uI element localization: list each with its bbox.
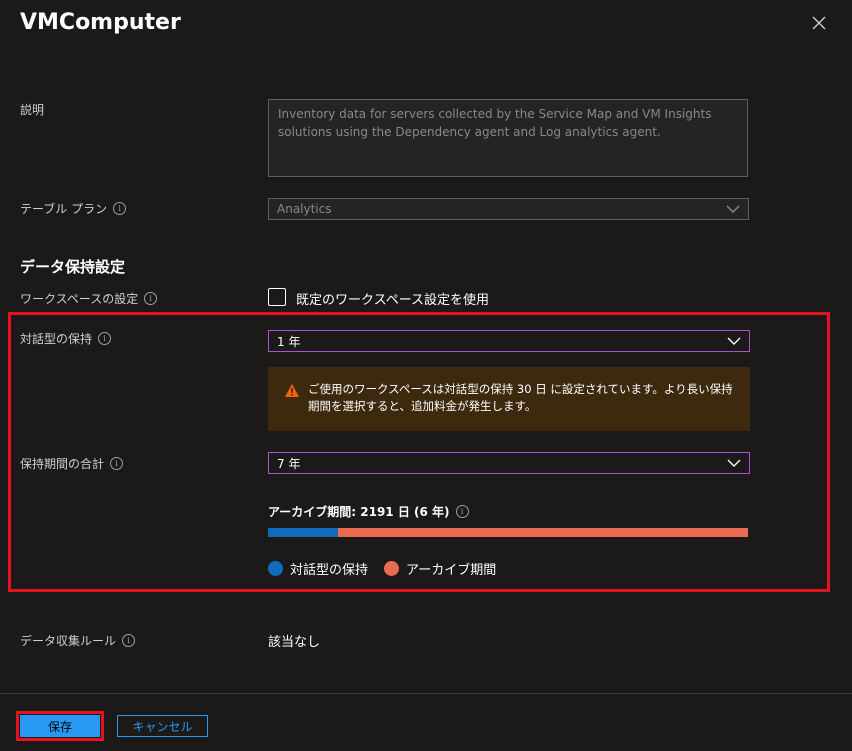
archive-period-label-row: アーカイブ期間: 2191 日 (6 年) i (268, 503, 469, 520)
dcr-label: データ収集ルール (20, 634, 117, 648)
legend-interactive-label: 対話型の保持 (290, 563, 369, 578)
interactive-retention-value: 1 年 (277, 334, 301, 349)
info-icon[interactable]: i (122, 634, 136, 647)
workspace-setting-label: ワークスペースの設定 (20, 292, 139, 306)
default-workspace-checkbox[interactable] (268, 288, 286, 306)
legend-interactive: 対話型の保持 (268, 559, 368, 578)
info-icon[interactable]: i (144, 292, 158, 305)
save-button[interactable]: 保存 (16, 711, 104, 741)
cancel-button[interactable]: キャンセル (117, 715, 208, 737)
close-icon[interactable] (808, 12, 830, 34)
legend-archive-label: アーカイブ期間 (406, 563, 497, 578)
info-icon[interactable]: i (113, 202, 127, 215)
interactive-retention-dropdown[interactable]: 1 年 (268, 330, 750, 352)
table-plan-label-row: テーブル プラン i (20, 200, 127, 217)
footer-divider (0, 693, 852, 694)
total-retention-label: 保持期間の合計 (20, 457, 105, 471)
retention-section-title: データ保持設定 (20, 258, 126, 276)
dcr-value: 該当なし (268, 635, 321, 650)
warning-message: ご使用のワークスペースは対話型の保持 30 日 に設定されています。より長い保持… (268, 367, 750, 431)
archive-period-segment (338, 528, 748, 537)
retention-bar (268, 528, 748, 537)
legend-interactive-dot (268, 561, 283, 576)
workspace-setting-label-row: ワークスペースの設定 i (20, 290, 158, 307)
dcr-label-row: データ収集ルール i (20, 632, 136, 649)
chevron-down-icon (727, 337, 741, 345)
default-workspace-checkbox-label[interactable]: 既定のワークスペース設定を使用 (296, 289, 489, 308)
total-retention-label-row: 保持期間の合計 i (20, 455, 124, 472)
table-plan-value: Analytics (277, 202, 332, 216)
chevron-down-icon (727, 459, 741, 467)
info-icon[interactable]: i (110, 457, 124, 470)
legend-archive-dot (384, 561, 399, 576)
info-icon[interactable]: i (98, 332, 112, 345)
interactive-retention-label: 対話型の保持 (20, 332, 93, 346)
total-retention-value: 7 年 (277, 456, 301, 471)
info-icon[interactable]: i (455, 505, 469, 518)
total-retention-dropdown[interactable]: 7 年 (268, 452, 750, 474)
table-plan-dropdown[interactable]: Analytics (268, 198, 749, 220)
warning-icon (285, 384, 299, 397)
description-label: 説明 (20, 103, 45, 117)
legend-archive: アーカイブ期間 (384, 559, 496, 578)
chevron-down-icon (726, 205, 740, 213)
description-textarea[interactable]: Inventory data for servers collected by … (268, 99, 748, 177)
archive-period-label: アーカイブ期間: 2191 日 (6 年) (268, 505, 450, 519)
interactive-retention-label-row: 対話型の保持 i (20, 330, 112, 347)
interactive-retention-segment (268, 528, 339, 537)
table-plan-label: テーブル プラン (20, 202, 108, 216)
panel-title: VMComputer (20, 10, 181, 35)
